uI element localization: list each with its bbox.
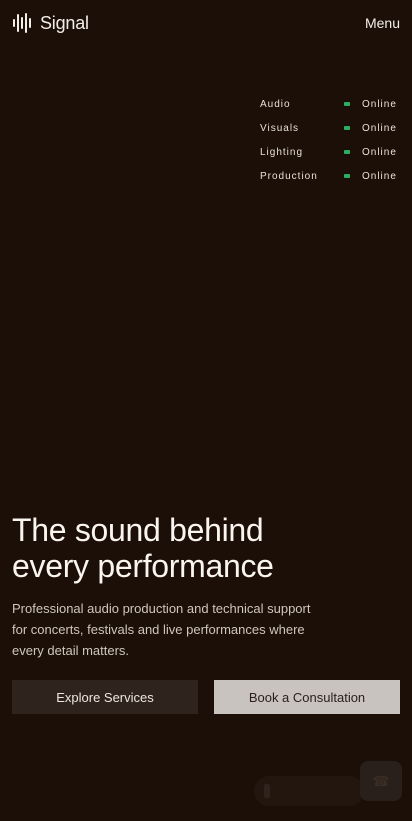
status-value: Online	[362, 122, 397, 134]
explore-services-button[interactable]: Explore Services	[12, 680, 198, 714]
status-row-production: Production Online	[260, 164, 400, 188]
status-label: Visuals	[260, 122, 300, 134]
status-row-visuals: Visuals Online	[260, 116, 400, 140]
floating-contact-pill[interactable]	[254, 776, 364, 806]
online-indicator-icon	[344, 102, 350, 106]
brand-name: Signal	[40, 12, 89, 33]
hero-actions: Explore Services Book a Consultation	[12, 680, 400, 714]
status-value: Online	[362, 98, 397, 110]
site-header: Signal Menu	[12, 10, 400, 36]
status-label: Audio	[260, 98, 291, 110]
hero-title-line-2: every performance	[12, 548, 274, 584]
status-label: Lighting	[260, 146, 304, 158]
status-row-audio: Audio Online	[260, 92, 400, 116]
waveform-icon	[13, 13, 31, 33]
book-consultation-button[interactable]: Book a Consultation	[214, 680, 400, 714]
online-indicator-icon	[344, 174, 350, 178]
online-indicator-icon	[344, 150, 350, 154]
online-indicator-icon	[344, 126, 350, 130]
brand[interactable]: Signal	[12, 12, 89, 34]
phone-icon: ☎	[372, 772, 390, 789]
hero: The sound behind every performance Profe…	[12, 512, 400, 661]
status-value: Online	[362, 170, 397, 182]
call-button[interactable]: ☎	[360, 761, 402, 801]
hero-subtitle: Professional audio production and techni…	[12, 601, 311, 658]
phone-icon	[264, 784, 270, 798]
status-panel: Audio Online Visuals Online Lighting Onl…	[260, 92, 400, 188]
menu-button[interactable]: Menu	[365, 15, 400, 31]
status-value: Online	[362, 146, 397, 158]
page: Signal Menu Audio Online Visuals Online …	[0, 0, 412, 821]
hero-title: The sound behind every performance	[12, 512, 400, 584]
hero-title-line-1: The sound behind	[12, 512, 264, 548]
status-label: Production	[260, 170, 318, 182]
status-row-lighting: Lighting Online	[260, 140, 400, 164]
